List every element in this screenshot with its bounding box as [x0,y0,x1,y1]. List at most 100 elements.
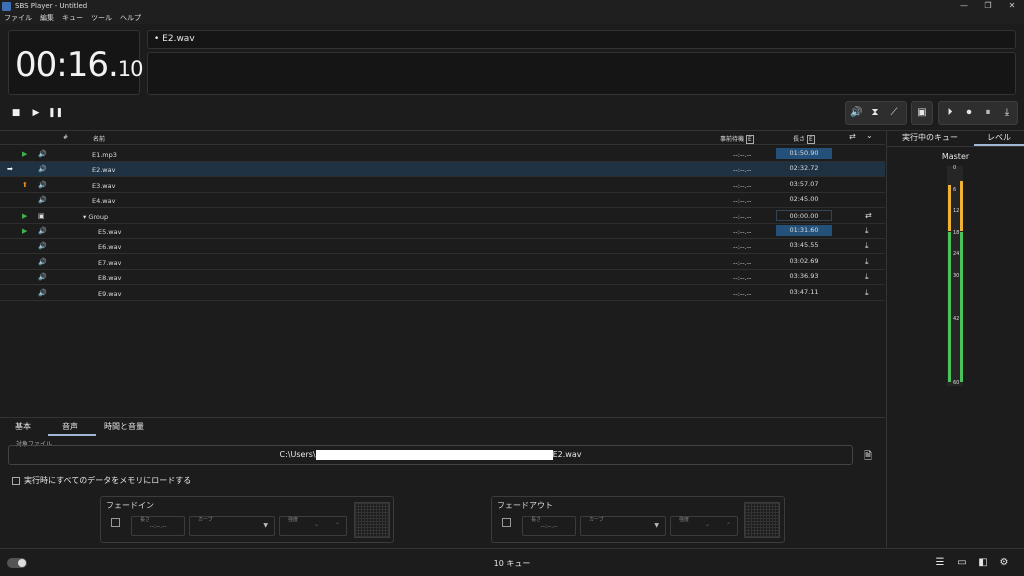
fade-out-curve-select[interactable]: カーブ ▼ [580,516,666,536]
menu-file[interactable]: ファイル [4,13,32,23]
tab-time-volume[interactable]: 時間と音量 [104,421,144,432]
table-row[interactable]: ➡ 🔊 E2.wav --:--.-- 02:32.72 [0,162,885,178]
menu-edit[interactable]: 編集 [40,13,54,23]
cue-duration: 02:45.00 [789,195,819,204]
meter-left-yellow [948,184,951,232]
group-icon[interactable]: ▣ [916,107,928,119]
cue-type-icon: 🔊 [38,180,47,189]
tab-audio[interactable]: 音声 [62,421,78,432]
cue-pre-wait: --:--.-- [733,197,752,206]
browse-file-icon[interactable]: 🗎 [864,449,872,466]
cue-type-icon: 🔊 [38,227,47,235]
menu-help[interactable]: ヘルプ [120,13,141,23]
fade-out-checkbox[interactable] [502,518,511,527]
hourglass-icon[interactable]: ⧗ [869,107,881,119]
right-panel: 実行中のキュー レベル Master 0 6 12 18 24 30 42 60 [886,131,1024,548]
panel-right-icon[interactable]: ◧ [977,557,989,569]
increment-icon[interactable]: ⌃ [335,522,340,529]
play-circle-icon[interactable]: ⏵ [944,107,956,119]
fade-in-checkbox[interactable] [111,518,120,527]
minimize-button[interactable]: — [952,0,976,12]
title-bar: SBS Player - Untitled — ❐ ✕ [0,0,1024,12]
table-row[interactable]: 🔊 E8.wav --:--.-- 03:36.93 ⤓ [0,270,885,286]
cue-pre-wait: --:--.-- [733,151,752,159]
cue-duration: 03:36.93 [789,272,819,281]
fade-in-strength-field[interactable]: 強度 ⌄ ⌃ [279,516,347,536]
fade-in-length-field[interactable]: 長さ --:--.-- [131,516,185,536]
table-row[interactable]: 🔊 E4.wav --:--.-- 02:45.00 [0,193,885,209]
fade-out-curve-preview [744,502,780,538]
increment-icon[interactable]: ⌃ [726,522,731,529]
meter-right-green [960,231,963,382]
fade-out-length-label: 長さ [531,517,542,523]
meter-right-yellow [960,181,963,232]
menu-cue[interactable]: キュー [62,13,83,23]
list-icon[interactable]: ☰ [934,557,946,569]
decrement-icon[interactable]: ⌄ [705,521,710,528]
elapsed-time-main: 00:16. [15,45,119,85]
cue-status-icon: ➡ [7,165,13,174]
volume-icon[interactable]: 🔊 [850,107,862,119]
table-row[interactable]: ▶ ▣ ▾ Group --:--.-- 00:00.00 ⇄ [0,209,885,224]
close-button[interactable]: ✕ [1000,0,1024,12]
app-icon [2,1,11,11]
cue-end-action-icon[interactable]: ⤓ [865,241,869,251]
decrement-icon[interactable]: ⌄ [314,521,319,528]
pause-button[interactable]: ❚❚ [48,106,63,120]
table-row[interactable]: 🔊 E6.wav --:--.-- 03:45.55 ⤓ [0,239,885,255]
menu-tools[interactable]: ツール [91,13,112,23]
col-name[interactable]: 名前 [93,134,105,143]
table-row[interactable]: ▶ 🔊 E5.wav --:--.-- 01:31.60 ⤓ [0,224,885,239]
table-row[interactable]: 🔊 E9.wav --:--.-- 03:47.11 ⤓ [0,286,885,301]
cue-status-icon: ⬆ [22,180,28,189]
cue-name: E3.wav [92,181,116,190]
cue-end-action-icon[interactable]: ⤓ [865,272,869,282]
table-row[interactable]: ⬆ 🔊 E3.wav --:--.-- 03:57.07 [0,178,885,193]
stop-button[interactable]: ■ [9,106,23,120]
tab-divider [887,146,1024,147]
table-row[interactable]: 🔊 E7.wav --:--.-- 03:02.69 ⤓ [0,255,885,270]
meter-scale-label: 60 [953,380,960,386]
next-cue-display: • E2.wav [147,30,1016,49]
pause-circle-icon[interactable]: ⏸ [982,107,994,119]
download-circle-icon[interactable]: ⤓ [1001,107,1013,119]
expand-icon[interactable]: ⌄ [866,131,873,140]
cue-name: E2.wav [92,166,116,175]
table-row[interactable]: ▶ 🔊 E1.mp3 --:--.-- 01:50.90 [0,147,885,162]
settings-icon[interactable]: ⚙ [998,557,1010,569]
fade-in-curve-select[interactable]: カーブ ▼ [189,516,275,536]
fade-out-strength-field[interactable]: 強度 ⌄ ⌃ [670,516,738,536]
col-duration[interactable]: 長さ E [793,134,815,144]
cue-end-action-icon[interactable]: ⤓ [865,288,869,298]
stop-circle-icon[interactable]: ⏺ [963,107,975,119]
panel-bottom-icon[interactable]: ▭ [956,557,968,569]
cue-type-icon: 🔊 [38,257,47,266]
loop-icon[interactable]: ⇄ [849,132,856,141]
fade-out-length-field[interactable]: 長さ --:--.-- [522,516,576,536]
col-number[interactable]: # [63,134,68,141]
target-file-field[interactable]: C:\Users\ E2.wav [8,445,853,465]
window-title: SBS Player - Untitled [15,2,88,10]
maximize-button[interactable]: ❐ [976,0,1000,12]
cue-type-icon: ▣ [38,211,45,220]
cue-name: E5.wav [98,228,122,236]
file-path-prefix: C:\Users\ [279,450,316,459]
control-toolbar: ⏵ ⏺ ⏸ ⤓ [938,101,1018,125]
tab-running-cues[interactable]: 実行中のキュー [887,131,973,146]
cue-end-action-icon[interactable]: ⇄ [865,211,872,220]
cue-pre-wait: --:--.-- [733,228,752,236]
play-button[interactable]: ▶ [29,106,43,120]
tab-levels[interactable]: レベル [974,131,1024,146]
cue-end-action-icon[interactable]: ⤓ [865,226,869,236]
cue-notes[interactable] [147,52,1016,95]
fade-curve-icon[interactable]: ⟋ [888,107,900,119]
cue-name: E9.wav [98,289,122,298]
meter-scale-label: 6 [953,186,957,193]
load-memory-checkbox[interactable] [12,477,20,485]
col-pre-wait[interactable]: 事前待機 E [720,134,754,144]
meter-left-green [948,231,951,382]
cue-end-action-icon[interactable]: ⤓ [865,257,869,267]
tab-basic[interactable]: 基本 [15,421,31,432]
cue-pre-wait: --:--.-- [733,258,752,267]
cue-type-toolbar: 🔊 ⧗ ⟋ [845,101,907,125]
